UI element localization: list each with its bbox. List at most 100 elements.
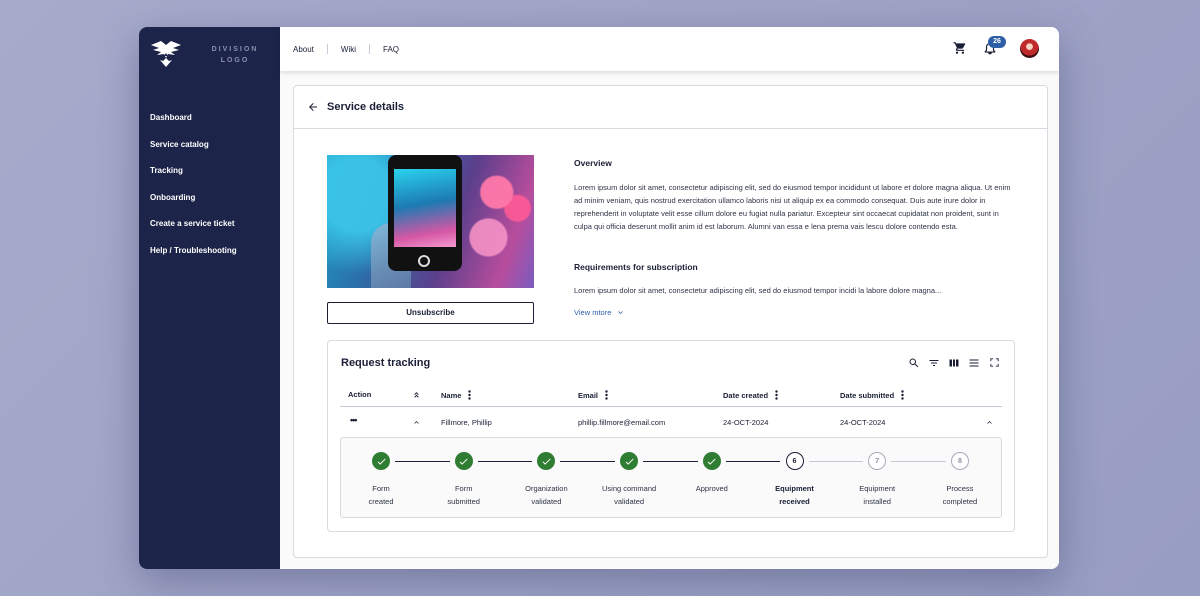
sidebar-item-dashboard[interactable]: Dashboard — [150, 112, 237, 139]
sidebar: DIVISION LOGO Dashboard Service catalog … — [139, 27, 280, 569]
sidebar-item-help[interactable]: Help / Troubleshooting — [150, 245, 237, 272]
column-menu-icon[interactable] — [468, 390, 472, 400]
eagle-logo-icon — [151, 41, 181, 67]
top-links: About Wiki FAQ — [293, 44, 399, 54]
check-icon — [372, 452, 390, 470]
step-7: 7 Equipment installed — [837, 452, 917, 508]
sidebar-item-service-catalog[interactable]: Service catalog — [150, 139, 237, 166]
card-header: Service details — [294, 86, 1047, 129]
step-8: 8 Process completed — [920, 452, 1000, 508]
step-4: Using command validated — [589, 452, 669, 508]
step-2: Form submitted — [424, 452, 504, 508]
row-actions-menu[interactable]: ••• — [350, 415, 358, 425]
request-tracking-panel: Request tracking Action Name Email Date … — [327, 340, 1015, 532]
about-link[interactable]: About — [293, 45, 314, 54]
step-label: Approved — [672, 482, 752, 495]
fullscreen-icon[interactable] — [984, 357, 1004, 369]
search-icon[interactable] — [904, 357, 924, 369]
step-label-line-2: validated — [531, 497, 562, 506]
step-label-line-2: validated — [614, 497, 645, 506]
column-menu-icon[interactable] — [605, 390, 608, 400]
sidebar-item-onboarding[interactable]: Onboarding — [150, 192, 237, 219]
columns-icon[interactable] — [944, 357, 964, 369]
step-label-line-1: Form — [372, 484, 390, 493]
column-header-email[interactable]: Email — [578, 390, 608, 400]
step-label-line-2: created — [368, 497, 394, 506]
overview-title: Overview — [574, 158, 612, 168]
table-header: Action Name Email Date created Date subm… — [340, 385, 1002, 407]
division-logo[interactable]: DIVISION LOGO — [149, 39, 274, 71]
check-icon — [620, 452, 639, 470]
step-label: Form submitted — [424, 482, 504, 508]
avatar[interactable] — [1020, 39, 1039, 58]
table-toolbar — [904, 357, 1004, 369]
step-label: Form created — [341, 482, 421, 508]
step-label-line-2: completed — [942, 497, 978, 506]
step-label-line-2: installed — [863, 497, 891, 506]
faq-link[interactable]: FAQ — [383, 45, 399, 54]
collapse-row-icon[interactable] — [985, 418, 994, 427]
step-label-line-1: Process — [946, 484, 974, 493]
step-label-line-2: received — [779, 497, 810, 506]
step-5: Approved — [672, 452, 752, 495]
step-1: Form created — [341, 452, 421, 508]
step-label-line-1: Equipment — [775, 484, 814, 493]
step-label: Organization validated — [506, 482, 586, 508]
logo-text: DIVISION LOGO — [211, 46, 259, 64]
cell-email: phillip.fillmore@email.com — [578, 418, 666, 427]
column-header-date-submitted[interactable]: Date submitted — [840, 390, 904, 400]
check-icon — [537, 452, 556, 470]
cell-date-created: 24-OCT-2024 — [723, 418, 769, 427]
progress-stepper: Form created Form submitted Organization vali… — [340, 437, 1002, 518]
cell-date-submitted: 24-OCT-2024 — [840, 418, 886, 427]
unsubscribe-button[interactable]: Unsubscribe — [327, 302, 534, 324]
step-label-line-2: submitted — [447, 497, 480, 506]
step-number: 6 — [785, 452, 804, 470]
view-more-label: View mtore — [574, 308, 612, 317]
requirements-title: Requirements for subscription — [574, 262, 698, 272]
image-phone — [388, 155, 462, 271]
back-arrow-icon[interactable] — [307, 101, 319, 113]
column-header-name[interactable]: Name — [441, 390, 472, 400]
tracking-title: Request tracking — [341, 357, 431, 369]
divider — [326, 44, 328, 54]
column-menu-icon[interactable] — [775, 390, 778, 400]
step-label: Process completed — [920, 482, 1000, 508]
column-menu-icon[interactable] — [901, 390, 904, 400]
step-label-line-1: Form — [454, 484, 473, 493]
sidebar-item-tracking[interactable]: Tracking — [150, 165, 237, 192]
notification-badge: 26 — [988, 36, 1006, 48]
service-details-card: Service details Unsubscribe Overview Lor… — [293, 85, 1048, 558]
sidebar-item-create-ticket[interactable]: Create a service ticket — [150, 218, 237, 245]
density-icon[interactable] — [964, 357, 984, 369]
cell-name: Fillmore, Phillip — [441, 418, 492, 427]
view-more-link[interactable]: View mtore — [574, 308, 625, 317]
step-label-line-1: Equipment — [859, 484, 896, 493]
requirements-text: Lorem ipsum dolor sit amet, consectetur … — [574, 286, 942, 295]
check-icon — [702, 452, 721, 470]
column-header-date-created[interactable]: Date created — [723, 390, 778, 400]
overview-text: Lorem ipsum dolor sit amet, consectetur … — [574, 183, 1011, 231]
column-header-action: Action — [348, 390, 372, 399]
sidebar-nav: Dashboard Service catalog Tracking Onboa… — [150, 112, 237, 271]
chevron-down-icon — [618, 311, 624, 314]
step-3: Organization validated — [506, 452, 586, 508]
step-label-line-1: Organization — [525, 484, 568, 493]
collapse-all-icon[interactable] — [412, 390, 421, 400]
step-label-line-1: Using command — [601, 484, 657, 493]
chevron-up-icon[interactable] — [412, 418, 421, 427]
main-content: Service details Unsubscribe Overview Lor… — [280, 71, 1059, 569]
step-6: 6 Equipment received — [755, 452, 835, 508]
step-label-line-1: Approved — [695, 484, 728, 493]
filter-icon[interactable] — [924, 357, 944, 369]
step-label: Equipment received — [755, 482, 835, 508]
step-label: Using command validated — [589, 482, 669, 508]
step-number: 8 — [950, 452, 969, 470]
cart-icon[interactable] — [953, 41, 967, 55]
top-bar: About Wiki FAQ 26 — [280, 27, 1059, 71]
wiki-link[interactable]: Wiki — [341, 45, 356, 54]
table-row: ••• Fillmore, Phillip phillip.fillmore@e… — [340, 407, 1002, 437]
divider — [369, 44, 371, 54]
check-icon — [454, 452, 473, 470]
service-image — [327, 155, 534, 288]
